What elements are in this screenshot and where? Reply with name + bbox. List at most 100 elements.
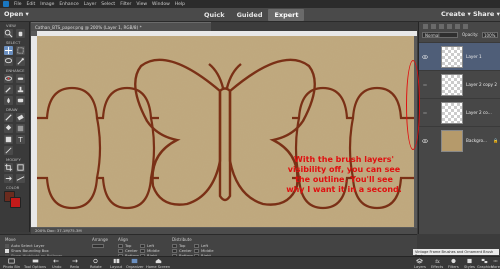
menu-help[interactable]: Help	[175, 2, 185, 7]
layers-button[interactable]: Layers	[414, 258, 426, 269]
share-button[interactable]: Share ▾	[473, 10, 500, 18]
styles-icon	[466, 258, 473, 264]
hand-tool-icon[interactable]	[16, 29, 25, 38]
align-left-icon	[140, 243, 145, 248]
background-color-swatch[interactable]	[10, 197, 21, 208]
adjustment-layer-icon[interactable]	[439, 24, 444, 29]
rotate-label: Rotate	[90, 265, 102, 269]
more-button[interactable]: More	[491, 258, 500, 269]
content-aware-move-tool-icon[interactable]	[4, 174, 13, 183]
crop-tool-icon[interactable]	[4, 163, 13, 172]
styles-label: Styles	[464, 265, 475, 269]
text-tool-icon[interactable]: T	[16, 135, 25, 144]
menu-layer[interactable]: Layer	[84, 2, 97, 7]
quick-selection-tool-icon[interactable]	[16, 57, 25, 66]
distribute-top-icon	[172, 243, 177, 248]
menu-filter[interactable]: Filter	[120, 2, 131, 7]
arrange-select[interactable]	[92, 244, 104, 248]
tool-options-button[interactable]: Tool Options	[24, 258, 46, 269]
auto-select-checkbox[interactable]	[5, 243, 9, 248]
caption-line-4: why I want it in a second.	[286, 185, 402, 194]
layer-row[interactable]: Layer 2 copy 2	[419, 70, 500, 98]
visibility-off-icon[interactable]	[422, 82, 428, 88]
tab-expert[interactable]: Expert	[268, 9, 305, 21]
blend-mode-select[interactable]: Normal	[422, 32, 458, 38]
section-draw: DRAW	[6, 107, 18, 112]
visibility-eye-icon[interactable]	[422, 54, 428, 60]
organizer-icon	[131, 258, 138, 264]
layer-row[interactable]: Backgro... 🔒	[419, 126, 500, 154]
smart-brush-tool-icon[interactable]	[4, 85, 13, 94]
open-button[interactable]: Open ▾	[4, 10, 29, 18]
align-top-icon	[118, 243, 123, 248]
photo-bin-button[interactable]: Photo Bin	[3, 258, 20, 269]
tool-options-icon	[32, 258, 39, 264]
distribute-heading: Distribute	[172, 237, 192, 242]
move-tool-icon[interactable]	[4, 46, 13, 55]
arrange-dropdown[interactable]	[92, 244, 104, 248]
rotate-button[interactable]: Rotate	[90, 258, 102, 269]
marquee-tool-icon[interactable]	[16, 46, 25, 55]
eraser-tool-icon[interactable]	[16, 113, 25, 122]
lock-icon: 🔒	[493, 138, 499, 143]
mode-tabs: Quick Guided Expert	[198, 9, 305, 21]
straighten-tool-icon[interactable]	[16, 174, 25, 183]
layer-thumbnail	[441, 130, 463, 152]
layout-button[interactable]: Layout	[110, 258, 122, 269]
styles-button[interactable]: Styles	[464, 258, 475, 269]
opacity-input[interactable]: 100%	[482, 32, 498, 38]
svg-text:fx: fx	[435, 259, 440, 264]
filters-button[interactable]: Filters	[448, 258, 459, 269]
bounding-box-checkbox[interactable]	[5, 248, 9, 253]
redo-button[interactable]: Redo	[70, 258, 79, 269]
effects-button[interactable]: fx Effects	[431, 258, 443, 269]
layer-row[interactable]: Layer 1	[419, 42, 500, 70]
document-canvas[interactable]	[37, 36, 414, 227]
undo-button[interactable]: Undo	[52, 258, 61, 269]
create-button[interactable]: Create ▾	[441, 10, 471, 18]
lasso-tool-icon[interactable]	[4, 57, 13, 66]
svg-text:T: T	[17, 135, 23, 144]
rotate-icon	[92, 258, 99, 264]
tab-quick[interactable]: Quick	[198, 9, 231, 21]
new-group-icon[interactable]	[431, 24, 436, 29]
sponge-tool-icon[interactable]	[16, 96, 25, 105]
menu-file[interactable]: File	[14, 2, 22, 7]
zoom-tool-icon[interactable]	[4, 29, 13, 38]
visibility-off-icon[interactable]	[422, 110, 428, 116]
brush-tool-icon[interactable]	[4, 113, 13, 122]
paint-bucket-tool-icon[interactable]	[4, 124, 13, 133]
organizer-button[interactable]: Organizer	[126, 258, 144, 269]
gradient-tool-icon[interactable]	[16, 124, 25, 133]
align-center-icon	[118, 248, 123, 253]
red-eye-tool-icon[interactable]	[4, 74, 13, 83]
layer-thumbnail	[441, 46, 463, 68]
layer-row[interactable]: Layer 2 co...	[419, 98, 500, 126]
spot-healing-tool-icon[interactable]	[16, 74, 25, 83]
home-screen-button[interactable]: Home Screen	[146, 258, 170, 269]
distribute-left-icon	[194, 243, 199, 248]
delete-layer-icon[interactable]	[463, 24, 468, 29]
document-tab[interactable]: Cathan_BTS_paper.png @ 200% (Layer 1, RG…	[31, 22, 211, 31]
visibility-eye-icon[interactable]	[422, 138, 428, 144]
app-logo-icon	[3, 1, 9, 7]
menu-image[interactable]: Image	[40, 2, 54, 7]
lock-icon[interactable]	[455, 24, 460, 29]
menu-view[interactable]: View	[136, 2, 147, 7]
layer-mask-icon[interactable]	[447, 24, 452, 29]
new-layer-icon[interactable]	[423, 24, 428, 29]
shape-tool-icon[interactable]	[4, 135, 13, 144]
clone-stamp-tool-icon[interactable]	[16, 85, 25, 94]
layout-icon	[113, 258, 120, 264]
pencil-tool-icon[interactable]	[4, 146, 13, 155]
layout-label: Layout	[110, 265, 123, 269]
menu-window[interactable]: Window	[152, 2, 170, 7]
menu-edit[interactable]: Edit	[27, 2, 36, 7]
recompose-tool-icon[interactable]	[16, 163, 25, 172]
align-heading: Align	[118, 237, 129, 242]
blur-tool-icon[interactable]	[4, 96, 13, 105]
tab-guided[interactable]: Guided	[231, 9, 269, 21]
menu-select[interactable]: Select	[101, 2, 115, 7]
menu-enhance[interactable]: Enhance	[59, 2, 78, 7]
caption-line-2: visibility off, you can see	[287, 165, 401, 174]
